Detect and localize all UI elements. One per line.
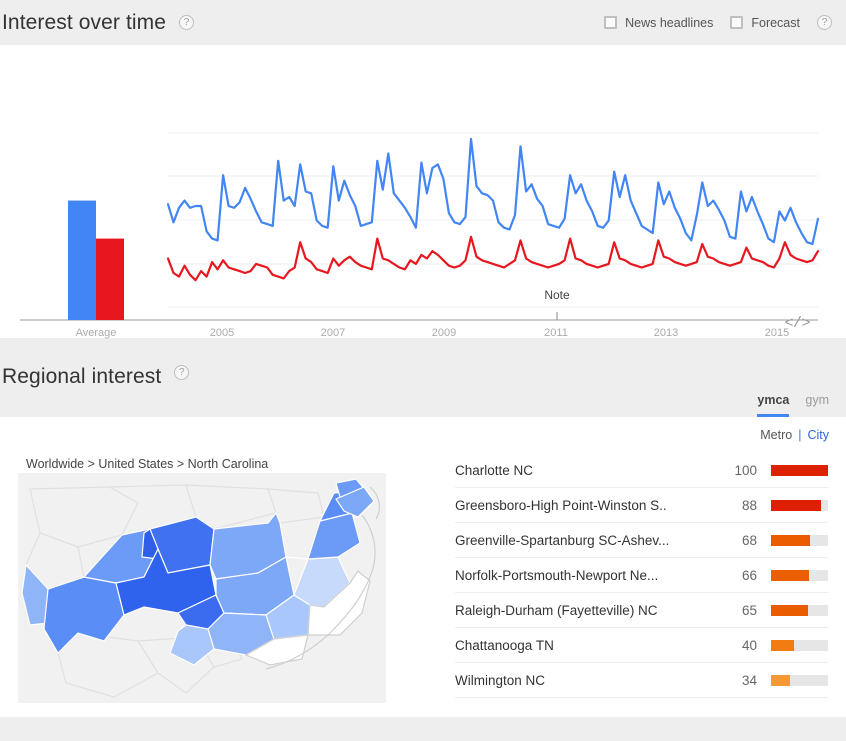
table-row[interactable]: Norfolk-Portsmouth-Newport Ne... 66 xyxy=(455,558,828,593)
metro-city-toggle: Metro | City xyxy=(760,428,829,442)
region-bar-fill xyxy=(771,639,794,651)
region-name: Raleigh-Durham (Fayetteville) NC xyxy=(455,602,658,618)
keyword-tabs: ymca gym xyxy=(757,393,829,417)
metro-option[interactable]: Metro xyxy=(760,428,792,442)
table-row[interactable]: Wilmington NC 34 xyxy=(455,663,828,698)
region-value: 40 xyxy=(741,637,757,653)
interest-over-time-header: Interest over time ? News headlines Fore… xyxy=(0,0,846,45)
average-bar-ymca xyxy=(68,200,96,320)
help-icon[interactable]: ? xyxy=(179,15,195,30)
average-axis-label: Average xyxy=(75,327,117,339)
x-axis-tick-2005: 2005 xyxy=(209,327,235,339)
x-axis-tick-2015: 2015 xyxy=(764,327,790,339)
region-value: 34 xyxy=(741,672,757,688)
region-bar xyxy=(771,674,828,686)
table-row[interactable]: Greensboro-High Point-Winston S.. 88 xyxy=(455,488,828,523)
region-bar-fill xyxy=(771,674,791,686)
table-row[interactable]: Charlotte NC 100 xyxy=(455,453,828,488)
region-bar xyxy=(771,604,828,616)
region-bar xyxy=(771,534,828,546)
interest-over-time-chart-card: </> Average 2005 2007 2009 2011 2013 2015 Note xyxy=(0,45,846,339)
city-option[interactable]: City xyxy=(807,428,829,442)
series-line-ymca xyxy=(166,137,820,246)
regional-title: Regional interest xyxy=(2,365,162,388)
forecast-label: Forecast xyxy=(751,15,800,30)
toggle-separator: | xyxy=(798,428,802,442)
region-value: 68 xyxy=(741,532,757,548)
tab-gym[interactable]: gym xyxy=(805,393,829,417)
section-divider xyxy=(0,338,846,355)
region-bar-fill xyxy=(771,499,822,511)
forecast-help-icon[interactable]: ? xyxy=(817,15,832,30)
region-bar-fill xyxy=(771,569,809,581)
breadcrumb[interactable]: Worldwide > United States > North Caroli… xyxy=(26,457,268,471)
region-bar xyxy=(771,639,828,651)
tab-ymca[interactable]: ymca xyxy=(757,393,790,417)
regional-interest-card: Metro | City Worldwide > United States >… xyxy=(0,417,846,717)
region-value: 66 xyxy=(741,567,757,583)
region-value: 100 xyxy=(734,462,757,478)
page-title: Interest over time xyxy=(2,10,167,34)
x-axis-tick-2011: 2011 xyxy=(544,327,568,339)
region-name: Chattanooga TN xyxy=(455,637,554,653)
region-name: Wilmington NC xyxy=(455,672,546,688)
checkbox-box[interactable] xyxy=(604,16,618,29)
x-axis-tick-2007: 2007 xyxy=(320,327,346,339)
region-bar-fill xyxy=(771,464,828,476)
region-name: Charlotte NC xyxy=(455,462,534,478)
chart-note-annotation[interactable]: Note xyxy=(544,288,569,302)
regional-interest-header: Regional interest ? ymca gym xyxy=(0,355,846,417)
region-value: 88 xyxy=(741,497,757,513)
region-bar xyxy=(771,464,828,476)
series-line-gym xyxy=(166,235,820,282)
regional-choropleth-map[interactable] xyxy=(18,473,386,703)
map-svg xyxy=(18,473,386,703)
interest-over-time-plot xyxy=(20,132,820,321)
table-row[interactable]: Greenville-Spartanburg SC-Ashev... 68 xyxy=(455,523,828,558)
x-axis-tick-2009: 2009 xyxy=(431,327,457,339)
region-name: Greenville-Spartanburg SC-Ashev... xyxy=(455,532,670,548)
region-name: Norfolk-Portsmouth-Newport Ne... xyxy=(455,567,659,583)
region-name: Greensboro-High Point-Winston S.. xyxy=(455,497,667,513)
header-controls: News headlines Forecast ? xyxy=(604,15,832,30)
region-value: 65 xyxy=(741,602,757,618)
region-bar-fill xyxy=(771,534,810,546)
table-row[interactable]: Chattanooga TN 40 xyxy=(455,628,828,663)
region-bar xyxy=(771,569,828,581)
news-headlines-label: News headlines xyxy=(625,15,714,30)
help-icon[interactable]: ? xyxy=(174,365,190,380)
table-row[interactable]: Raleigh-Durham (Fayetteville) NC 65 xyxy=(455,593,828,628)
checkbox-box[interactable] xyxy=(730,16,744,29)
region-bar-fill xyxy=(771,604,809,616)
news-headlines-checkbox[interactable]: News headlines xyxy=(604,16,713,30)
x-axis-tick-2013: 2013 xyxy=(653,327,679,339)
average-bar-gym xyxy=(96,238,124,320)
forecast-checkbox[interactable]: Forecast xyxy=(730,16,800,30)
regional-interest-list: Charlotte NC 100 Greensboro-High Point-Win… xyxy=(455,453,828,698)
region-bar xyxy=(771,499,828,511)
